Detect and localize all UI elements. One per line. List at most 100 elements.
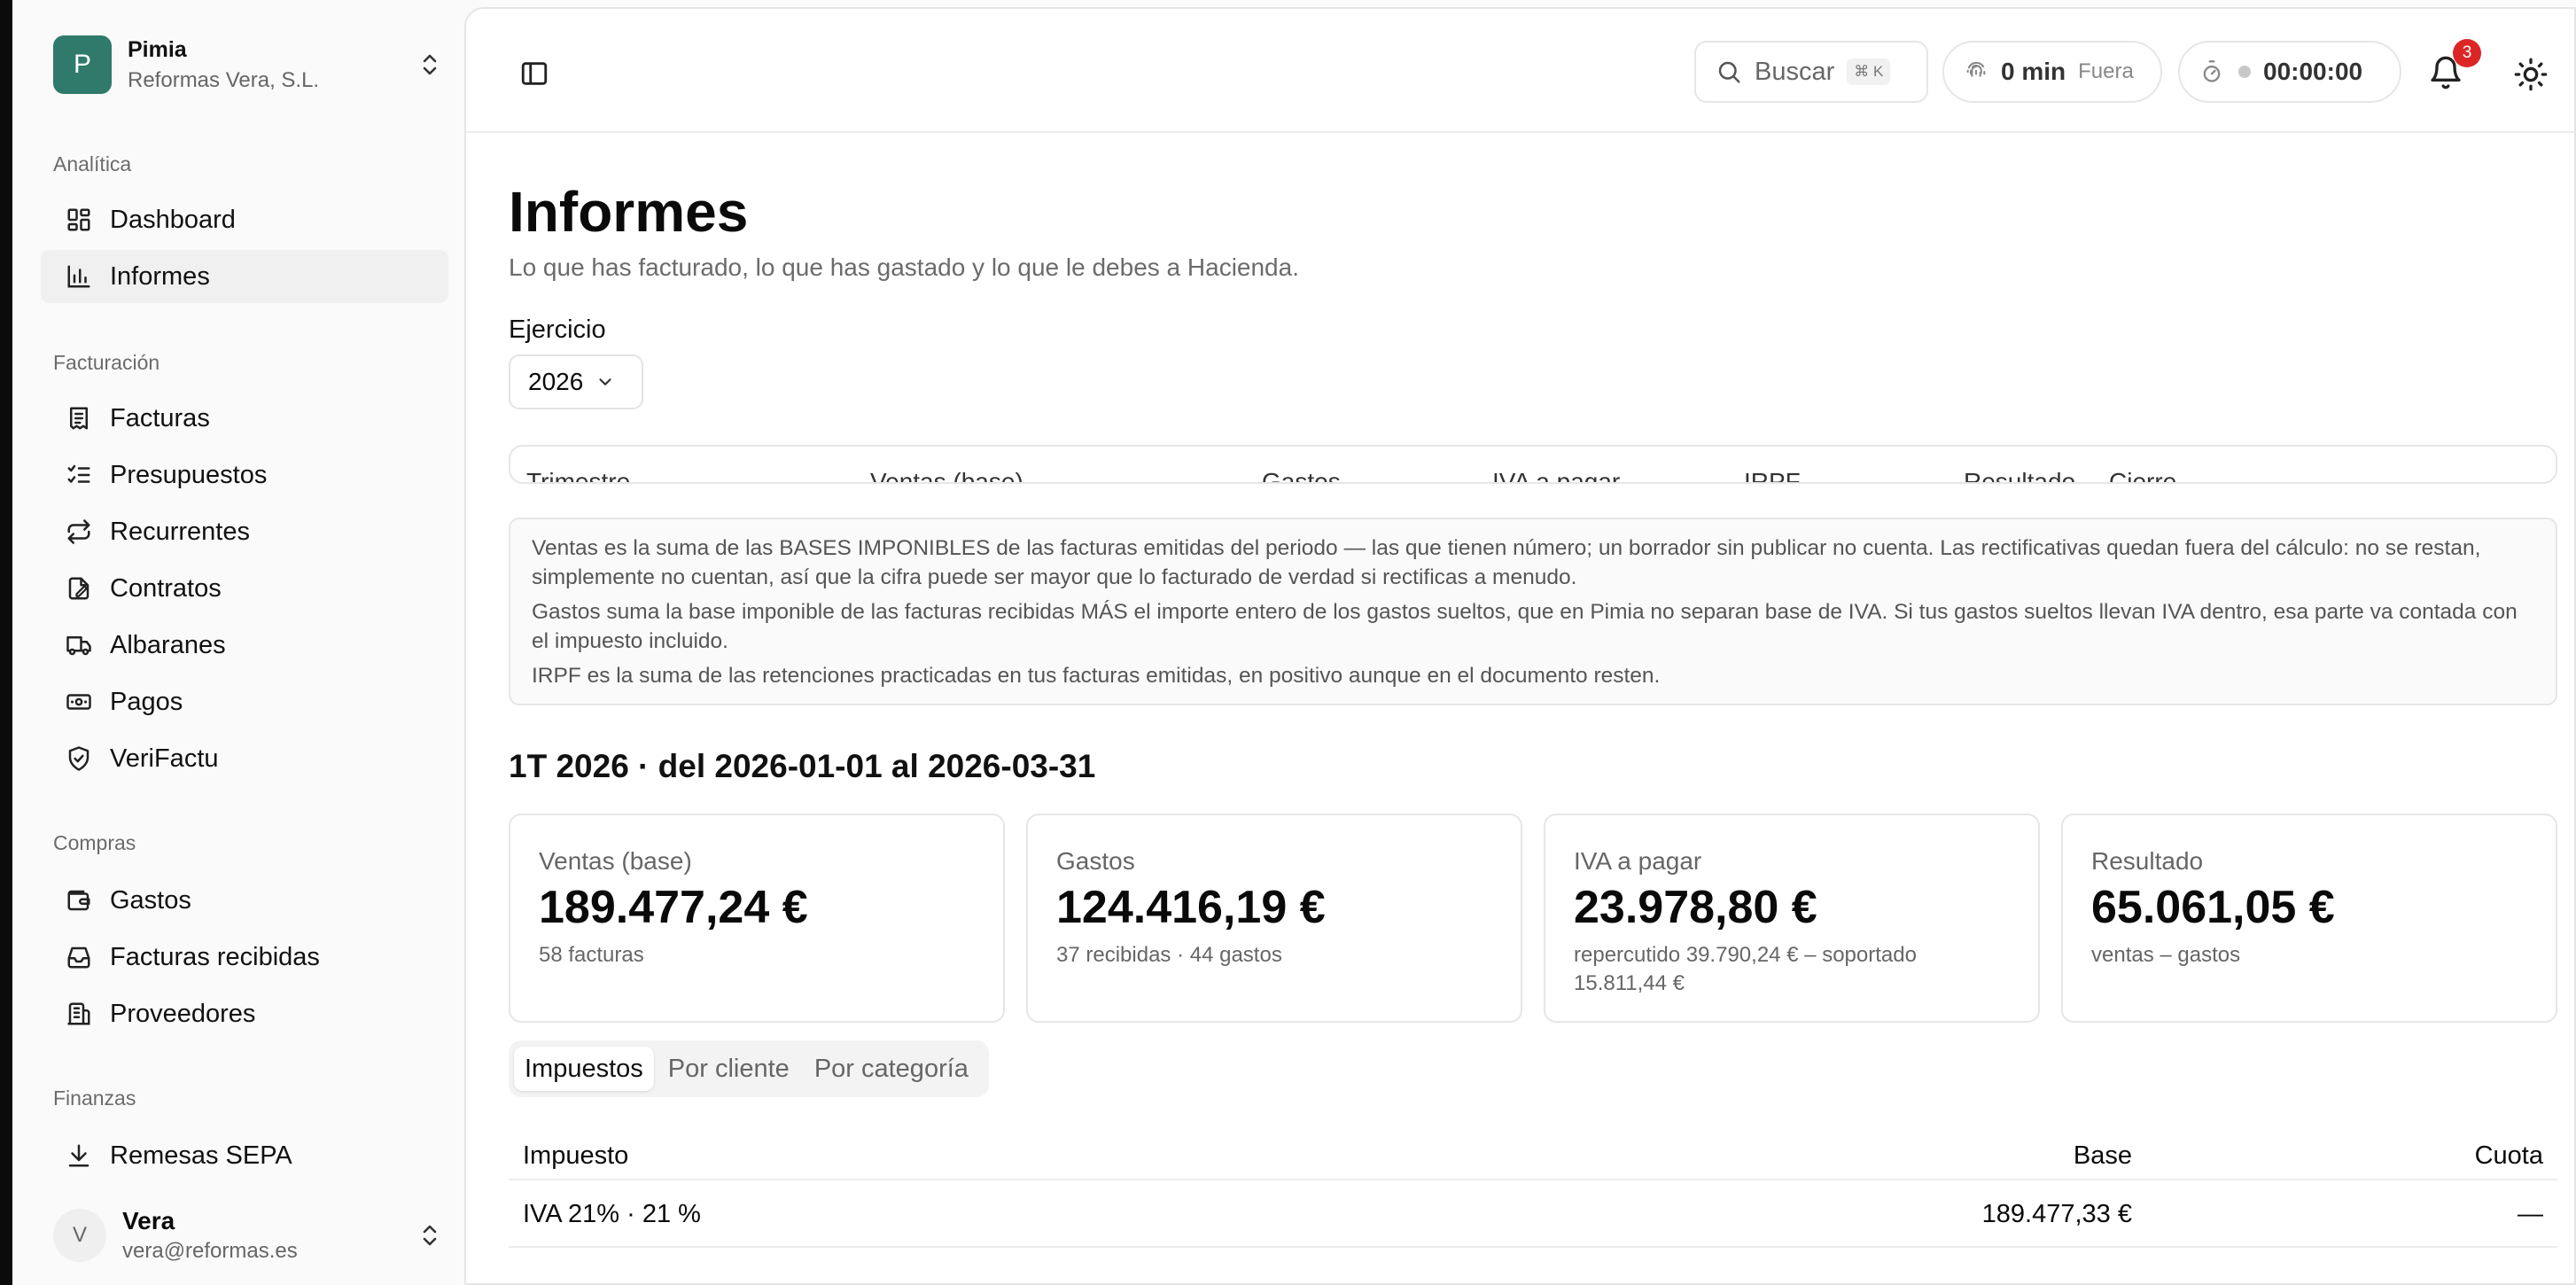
- org-company: Reformas Vera, S.L.: [128, 67, 320, 92]
- note-irpf: IRPF es la suma de las retenciones pract…: [532, 664, 1661, 688]
- kpi-label: Ventas (base): [539, 847, 692, 875]
- sidebar-item-remesas-sepa[interactable]: Remesas SEPA: [41, 1129, 448, 1182]
- main-panel: Buscar ⌘ K 0 min Fuera 00:00:00 3 Inform…: [464, 7, 2576, 1285]
- note-gastos: Gastos suma la base imponible de las fac…: [532, 600, 2518, 653]
- checklist-icon: [66, 462, 92, 488]
- sidebar-item-label: Facturas recibidas: [110, 942, 320, 971]
- window-edge: [0, 0, 12, 1285]
- kpi-value: 189.477,24 €: [539, 882, 808, 933]
- sidebar-item-presupuestos[interactable]: Presupuestos: [41, 448, 448, 502]
- timer-value: 0 min: [2001, 58, 2066, 85]
- sidebar-item-label: Proveedores: [110, 999, 256, 1028]
- table-cell: 189.477,33 €: [1981, 1200, 2132, 1228]
- kpi-value: 124.416,19 €: [1056, 882, 1326, 933]
- fingerprint-icon: [1964, 59, 1988, 84]
- column-header: Gastos: [1262, 468, 1341, 484]
- sidebar-item-gastos[interactable]: Gastos: [41, 874, 448, 927]
- clock-value: 00:00:00: [2263, 58, 2363, 85]
- section-label-analitica: Analítica: [53, 152, 132, 175]
- notification-badge: 3: [2453, 39, 2481, 67]
- column-header: Trimestre: [526, 468, 631, 484]
- user-name: Vera: [122, 1207, 175, 1234]
- tab-impuestos[interactable]: Impuestos: [514, 1047, 654, 1091]
- time-tracker-button[interactable]: 0 min Fuera: [1942, 41, 2162, 103]
- truck-icon: [66, 632, 92, 658]
- sidebar-item-label: Gastos: [110, 885, 191, 915]
- repeat-icon: [66, 518, 92, 545]
- column-header: Ventas (base): [870, 468, 1023, 484]
- chevron-down-icon: [599, 378, 611, 386]
- timer-status: Fuera: [2078, 59, 2134, 83]
- methodology-note: Ventas es la suma de las BASES IMPONIBLE…: [509, 518, 2557, 705]
- user-menu[interactable]: V Vera vera@reformas.es: [53, 1200, 443, 1271]
- sidebar-item-pagos[interactable]: Pagos: [41, 675, 448, 728]
- kpi-card-resultado: Resultado 65.061,05 € ventas – gastos: [2061, 814, 2557, 1023]
- sidebar-toggle-icon[interactable]: [519, 58, 549, 89]
- org-switcher[interactable]: P Pimia Reformas Vera, S.L.: [53, 34, 443, 96]
- tab-por-categoria[interactable]: Por categoría: [804, 1047, 979, 1091]
- sidebar-item-informes[interactable]: Informes: [41, 250, 448, 303]
- kpi-sub: 58 facturas: [539, 943, 644, 967]
- stopwatch-button[interactable]: 00:00:00: [2178, 41, 2401, 103]
- tab-por-cliente[interactable]: Por cliente: [658, 1047, 800, 1091]
- search-icon: [1716, 58, 1742, 85]
- sidebar-item-facturas-recibidas[interactable]: Facturas recibidas: [41, 931, 448, 984]
- dashboard-icon: [66, 206, 92, 233]
- invoice-icon: [66, 405, 92, 432]
- table-row: IVA 21% · 21 % 189.477,33 € —: [509, 1180, 2557, 1248]
- column-header: Impuesto: [523, 1141, 629, 1170]
- kpi-label: IVA a pagar: [1574, 847, 1702, 875]
- table-cell: —: [2518, 1200, 2543, 1228]
- quarter-table: Trimestre Ventas (base) Gastos IVA a pag…: [509, 445, 2557, 484]
- sidebar-item-label: Pagos: [110, 687, 183, 716]
- page-title: Informes: [509, 180, 749, 244]
- kpi-value: 65.061,05 €: [2091, 882, 2335, 933]
- report-tabs: Impuestos Por cliente Por categoría: [509, 1040, 989, 1097]
- sidebar-item-proveedores[interactable]: Proveedores: [41, 987, 448, 1040]
- banknote-icon: [66, 689, 92, 715]
- search-button[interactable]: Buscar ⌘ K: [1694, 41, 1928, 103]
- column-header: Base: [2073, 1141, 2132, 1170]
- building-icon: [66, 1001, 92, 1027]
- sun-icon[interactable]: [2513, 57, 2549, 92]
- table-cell: IVA 21% · 21 %: [523, 1200, 701, 1228]
- kpi-card-ventas: Ventas (base) 189.477,24 € 58 facturas: [509, 814, 1005, 1023]
- user-avatar: V: [53, 1209, 106, 1262]
- kpi-value: 23.978,80 €: [1574, 882, 1817, 933]
- wallet-icon: [66, 887, 92, 914]
- sidebar-item-label: Contratos: [110, 573, 222, 603]
- period-heading: 1T 2026 · del 2026-01-01 al 2026-03-31: [509, 748, 1096, 784]
- org-name: Pimia: [128, 36, 187, 62]
- chart-icon: [66, 263, 92, 290]
- fiscal-year-value: 2026: [528, 368, 584, 395]
- search-shortcut: ⌘ K: [1847, 58, 1891, 85]
- status-dot: [2238, 66, 2251, 78]
- topbar: Buscar ⌘ K 0 min Fuera 00:00:00 3: [466, 9, 2574, 133]
- contract-icon: [66, 575, 92, 602]
- sidebar-item-dashboard[interactable]: Dashboard: [41, 193, 448, 246]
- org-avatar: P: [53, 35, 112, 94]
- tax-table: Impuesto Base Cuota IVA 21% · 21 % 189.4…: [509, 1125, 2557, 1248]
- inbox-icon: [66, 944, 92, 970]
- shield-check-icon: [66, 745, 92, 772]
- fiscal-year-select[interactable]: 2026: [509, 354, 643, 409]
- section-label-finanzas: Finanzas: [53, 1086, 136, 1110]
- kpi-sub: repercutido 39.790,24 € – soportado 15.8…: [1574, 943, 1917, 995]
- search-label: Buscar: [1755, 57, 1835, 86]
- kpi-sub: 37 recibidas · 44 gastos: [1056, 943, 1282, 967]
- sidebar-item-albaranes[interactable]: Albaranes: [41, 619, 448, 672]
- app-window: P Pimia Reformas Vera, S.L. Analítica Da…: [0, 0, 2576, 1285]
- sidebar-item-label: Albaranes: [110, 630, 226, 659]
- note-ventas: Ventas es la suma de las BASES IMPONIBLE…: [532, 536, 2481, 589]
- sidebar-item-facturas[interactable]: Facturas: [41, 392, 448, 445]
- table-header-row: Impuesto Base Cuota: [509, 1125, 2557, 1180]
- sidebar-item-label: Dashboard: [110, 205, 236, 234]
- sidebar-item-label: Recurrentes: [110, 517, 250, 546]
- kpi-label: Resultado: [2091, 847, 2204, 875]
- section-label-compras: Compras: [53, 831, 136, 854]
- column-header: IVA a pagar: [1492, 468, 1621, 484]
- sidebar-item-contratos[interactable]: Contratos: [41, 562, 448, 615]
- sidebar-item-recurrentes[interactable]: Recurrentes: [41, 505, 448, 558]
- sidebar-item-verifactu[interactable]: VeriFactu: [41, 732, 448, 785]
- section-label-facturacion: Facturación: [53, 351, 160, 374]
